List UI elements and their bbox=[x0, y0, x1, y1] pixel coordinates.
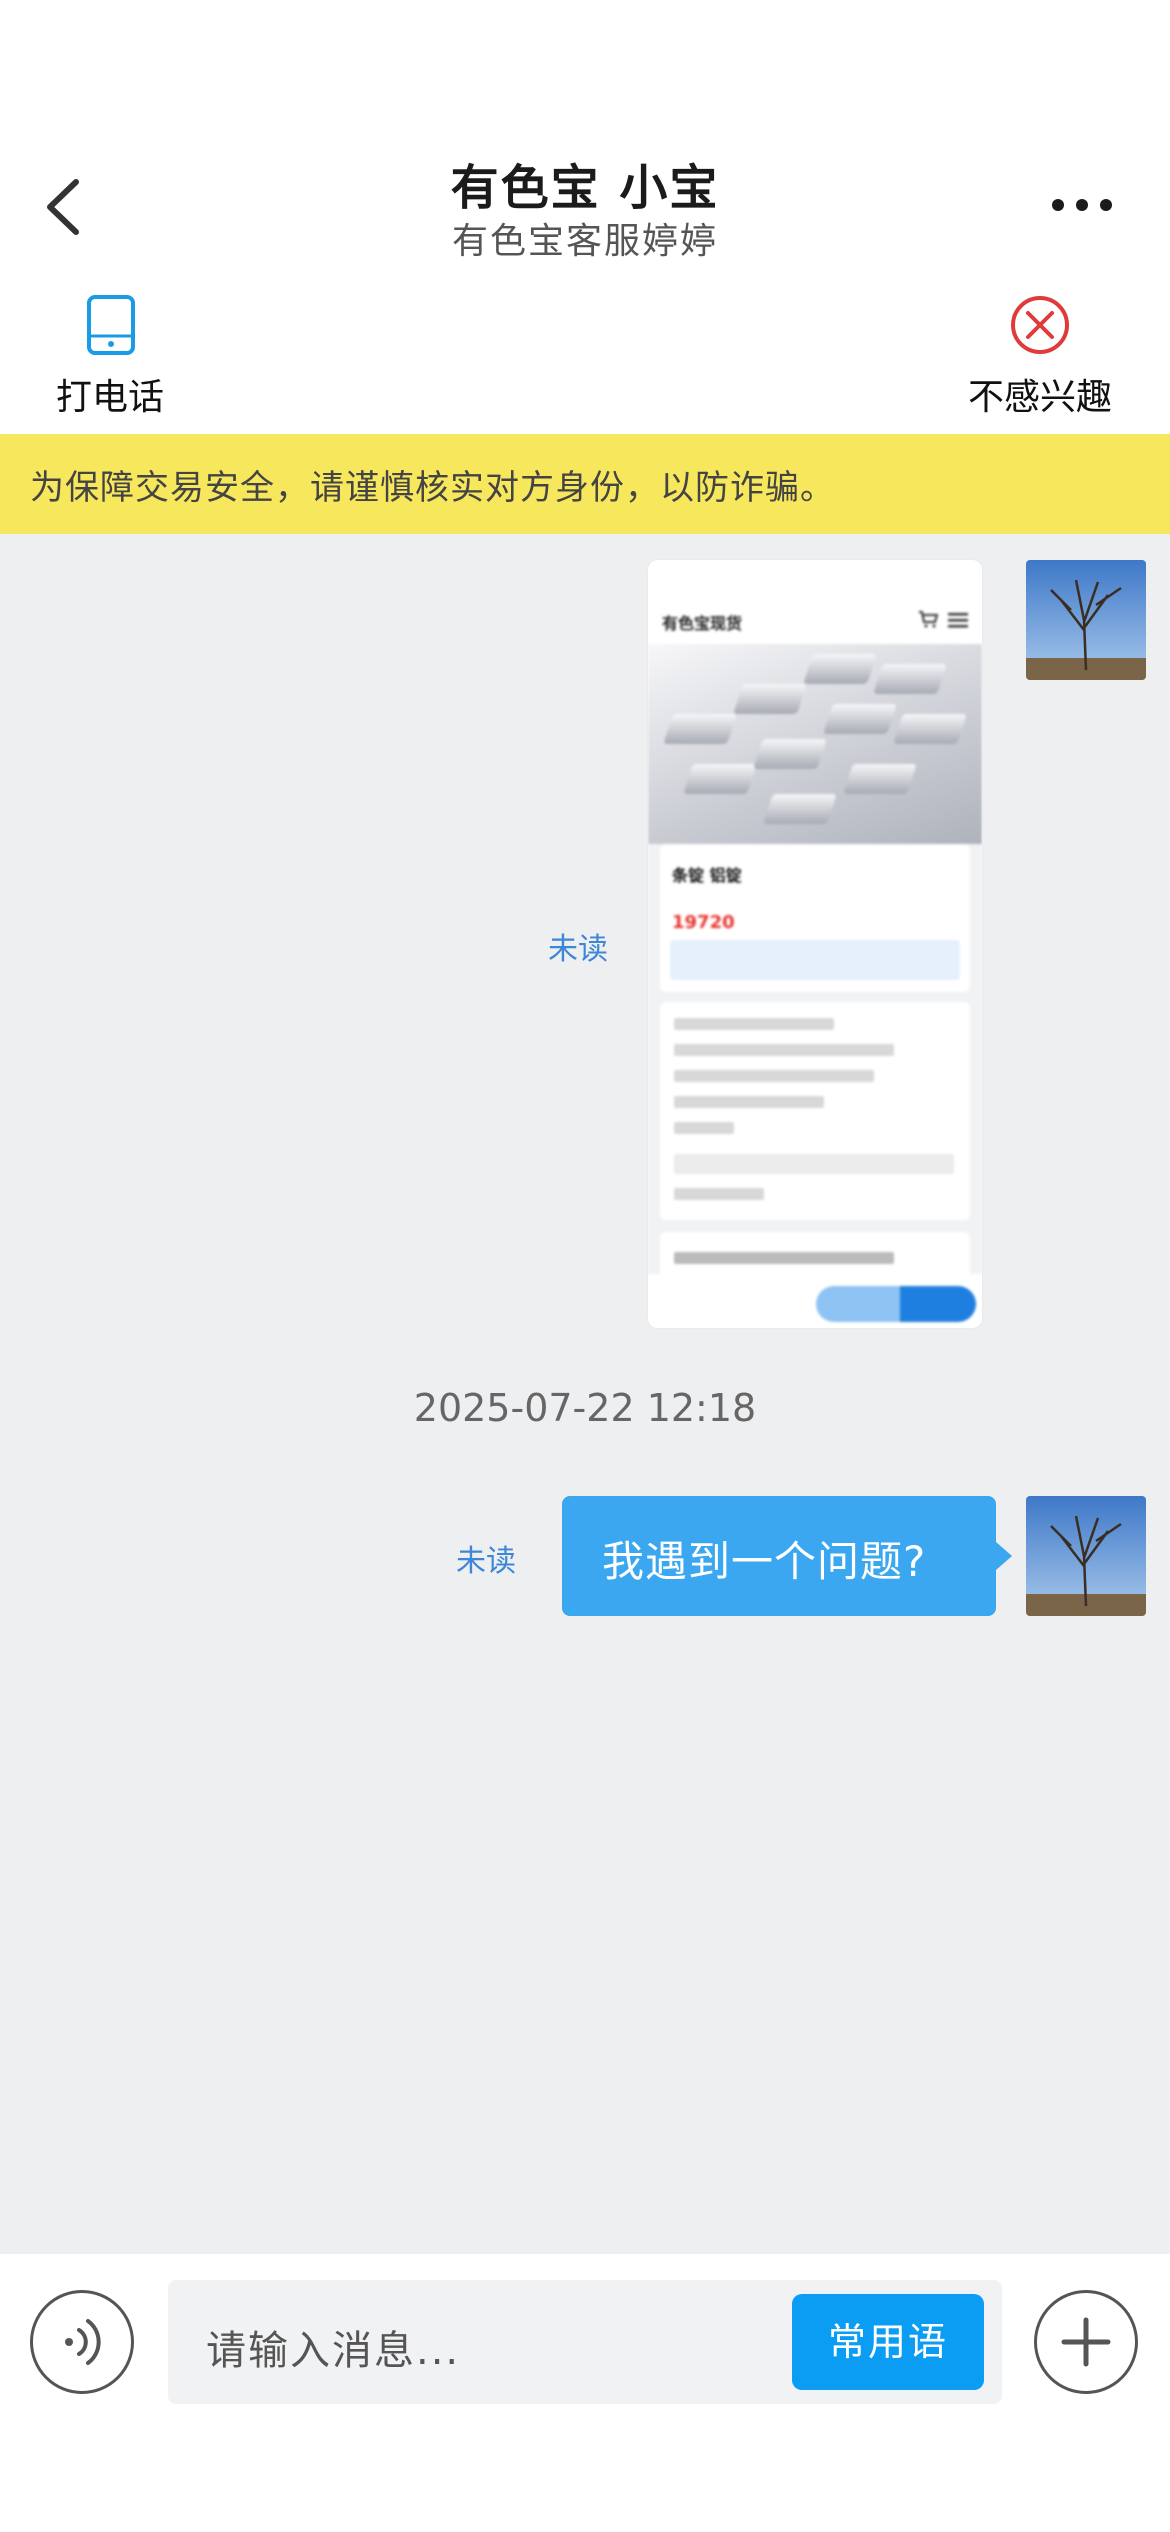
plus-icon bbox=[1061, 2317, 1111, 2367]
more-dot-icon bbox=[1076, 199, 1088, 211]
message-text: 我遇到一个问题? bbox=[602, 1537, 927, 1586]
card-product-info: 条锭 铝锭 19720 bbox=[660, 844, 970, 992]
product-card-message[interactable]: 有色宝现货 条锭 铝锭 19720 bbox=[648, 560, 982, 1328]
message-timestamp: 2025-07-22 12:18 bbox=[413, 1386, 757, 1430]
cart-icon bbox=[919, 611, 938, 628]
more-options-button[interactable] bbox=[1052, 190, 1132, 220]
more-attachments-button[interactable] bbox=[1034, 2290, 1138, 2394]
not-interested-label: 不感兴趣 bbox=[967, 377, 1112, 418]
card-chat-button bbox=[900, 1286, 976, 1322]
tree-avatar-image bbox=[1026, 560, 1146, 680]
card-top-bar: 有色宝现货 bbox=[648, 560, 982, 644]
card-footer bbox=[648, 1274, 982, 1328]
security-warning-banner: 为保障交易安全，请谨慎核实对方身份，以防诈骗。 bbox=[0, 434, 1170, 534]
text-message-bubble[interactable]: 我遇到一个问题? bbox=[562, 1496, 996, 1616]
not-interested-button[interactable]: 不感兴趣 bbox=[950, 288, 1130, 418]
card-price: 19720 bbox=[672, 912, 735, 933]
voice-input-button[interactable] bbox=[30, 2290, 134, 2394]
avatar[interactable] bbox=[1026, 560, 1146, 680]
menu-icon bbox=[948, 613, 968, 628]
close-circle-icon bbox=[1011, 296, 1069, 354]
more-dot-icon bbox=[1100, 199, 1112, 211]
card-product-name: 条锭 铝锭 bbox=[672, 866, 742, 885]
chat-subtitle: 有色宝客服婷婷 bbox=[451, 221, 718, 262]
phone-icon bbox=[87, 295, 135, 355]
card-page-title: 有色宝现货 bbox=[662, 614, 743, 633]
unread-status: 未读 bbox=[456, 1544, 516, 1579]
chat-title: 有色宝 小宝 bbox=[450, 160, 720, 216]
aluminum-ingot-image bbox=[648, 644, 982, 844]
bubble-tail bbox=[996, 1542, 1012, 1570]
tree-avatar-image bbox=[1026, 1496, 1146, 1616]
warning-text: 为保障交易安全，请谨慎核实对方身份，以防诈骗。 bbox=[30, 468, 835, 508]
call-label: 打电话 bbox=[55, 377, 164, 418]
card-spec-list bbox=[660, 1002, 970, 1220]
product-card-screenshot: 有色宝现货 条锭 铝锭 19720 bbox=[648, 560, 982, 1328]
voice-icon bbox=[65, 2319, 101, 2365]
call-button[interactable]: 打电话 bbox=[40, 288, 180, 418]
message-input[interactable]: 请输入消息... 常用语 bbox=[168, 2280, 1002, 2404]
avatar[interactable] bbox=[1026, 1496, 1146, 1616]
card-add-button bbox=[816, 1286, 900, 1322]
message-input-placeholder: 请输入消息... bbox=[206, 2328, 461, 2374]
unread-status: 未读 bbox=[548, 932, 608, 967]
common-phrases-button[interactable]: 常用语 bbox=[792, 2294, 984, 2390]
card-note bbox=[670, 940, 960, 980]
more-dot-icon bbox=[1052, 199, 1064, 211]
